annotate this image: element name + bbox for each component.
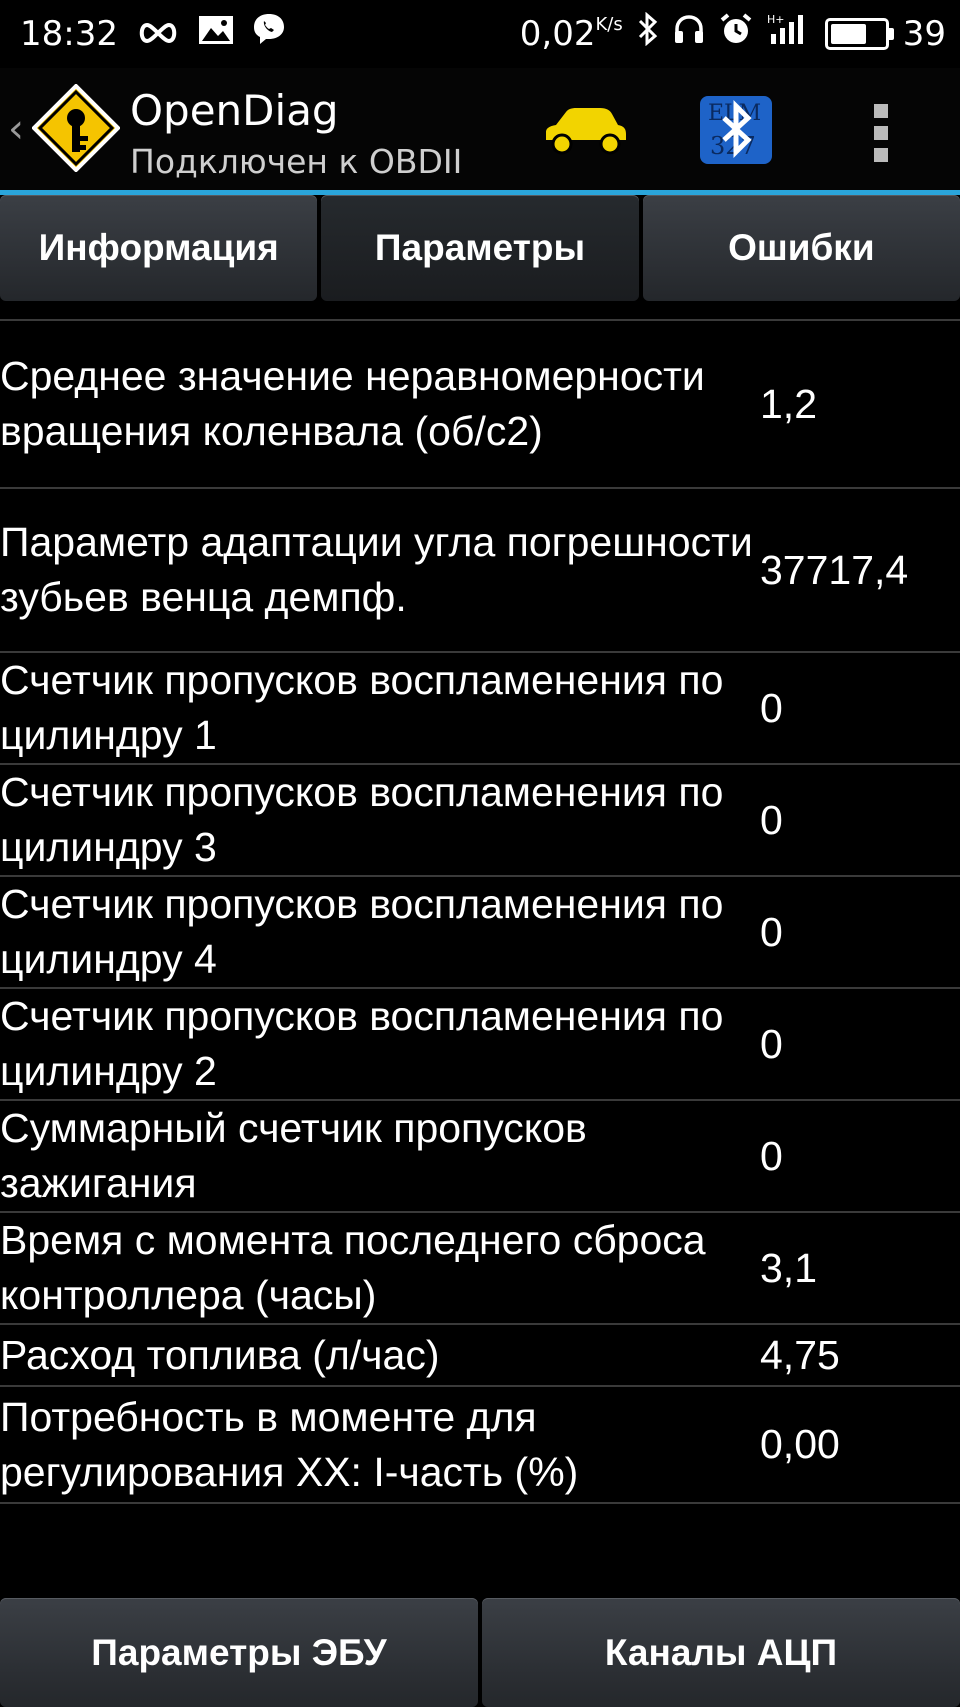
- list-item[interactable]: Потребность в моменте для регулирования …: [0, 1387, 960, 1504]
- parameter-value: 0,00: [760, 1421, 840, 1467]
- parameter-value: 1,2: [760, 380, 817, 427]
- parameter-value: 0: [760, 796, 783, 843]
- status-bar: 18:32 0,02K/s H+ 39: [0, 0, 960, 68]
- parameter-label: Счетчик пропусков воспламенения по цилин…: [0, 993, 724, 1094]
- app-title: OpenDiag: [130, 86, 339, 135]
- parameter-label: Расход топлива (л/час): [0, 1331, 440, 1378]
- list-item[interactable]: Счетчик пропусков воспламенения по цилин…: [0, 989, 960, 1101]
- parameter-value: 0: [760, 1132, 783, 1179]
- parameter-label: Счетчик пропусков воспламенения по цилин…: [0, 769, 724, 870]
- action-bar: ‹ OpenDiag Подключен к OBDII ELM 327: [0, 68, 960, 195]
- car-icon[interactable]: [540, 104, 630, 156]
- connection-status: Подключен к OBDII: [130, 142, 463, 181]
- tab-info[interactable]: Информация: [0, 195, 318, 301]
- bluetooth-icon: [637, 11, 659, 55]
- list-item[interactable]: Счетчик пропусков воспламенения по цилин…: [0, 877, 960, 989]
- clock: 18:32: [20, 13, 118, 54]
- list-item[interactable]: Время с момента последнего сброса контро…: [0, 1213, 960, 1325]
- list-item[interactable]: Суммарный счетчик пропусков зажигания 0: [0, 1101, 960, 1213]
- list-item[interactable]: Расход топлива (л/час) 4,75: [0, 1325, 960, 1387]
- ecu-parameters-button[interactable]: Параметры ЭБУ: [0, 1598, 478, 1707]
- list-item[interactable]: Счетчик пропусков воспламенения по цилин…: [0, 653, 960, 765]
- parameter-value: 4,75: [760, 1331, 840, 1378]
- tab-parameters[interactable]: Параметры: [321, 195, 639, 301]
- parameter-label: Счетчик пропусков воспламенения по цилин…: [0, 881, 724, 982]
- viber-icon: [252, 12, 286, 55]
- partial-row: [0, 301, 960, 321]
- parameter-label: Параметр адаптации угла погрешности зубь…: [0, 519, 753, 620]
- image-icon: [198, 14, 234, 54]
- bluetooth-elm-icon[interactable]: ELM 327: [700, 96, 772, 164]
- parameter-label: Время с момента последнего сброса контро…: [0, 1217, 706, 1318]
- parameter-value: 37717,4: [760, 546, 909, 593]
- parameter-list[interactable]: Среднее значение неравномерности вращени…: [0, 301, 960, 1598]
- alarm-icon: [719, 12, 753, 55]
- signal-icon: H+: [767, 12, 811, 55]
- battery-level: 39: [902, 13, 946, 54]
- parameter-label: Потребность в моменте для регулирования …: [0, 1393, 579, 1495]
- parameter-value: 0: [760, 684, 783, 731]
- infinity-icon: [136, 14, 180, 54]
- app-logo-icon[interactable]: [31, 83, 121, 173]
- list-item[interactable]: Среднее значение неравномерности вращени…: [0, 321, 960, 489]
- headphones-icon: [673, 13, 705, 54]
- battery-icon: [824, 17, 894, 50]
- tab-bar: Информация Параметры Ошибки: [0, 195, 960, 301]
- back-icon[interactable]: ‹: [8, 106, 24, 152]
- parameter-label: Среднее значение неравномерности вращени…: [0, 353, 705, 454]
- parameter-label: Счетчик пропусков воспламенения по цилин…: [0, 657, 724, 758]
- list-item[interactable]: Параметр адаптации угла погрешности зубь…: [0, 489, 960, 653]
- network-speed: 0,02K/s: [519, 13, 623, 54]
- parameter-value: 0: [760, 908, 783, 955]
- list-item[interactable]: Счетчик пропусков воспламенения по цилин…: [0, 765, 960, 877]
- svg-text:327: 327: [710, 132, 756, 160]
- tab-errors[interactable]: Ошибки: [642, 195, 960, 301]
- parameter-value: 3,1: [760, 1244, 817, 1291]
- bottom-bar: Параметры ЭБУ Каналы АЦП: [0, 1598, 960, 1707]
- svg-text:H+: H+: [767, 13, 785, 26]
- parameter-label: Суммарный счетчик пропусков зажигания: [0, 1105, 587, 1206]
- parameter-value: 0: [760, 1020, 783, 1067]
- overflow-menu-icon[interactable]: [870, 102, 892, 164]
- adc-channels-button[interactable]: Каналы АЦП: [482, 1598, 960, 1707]
